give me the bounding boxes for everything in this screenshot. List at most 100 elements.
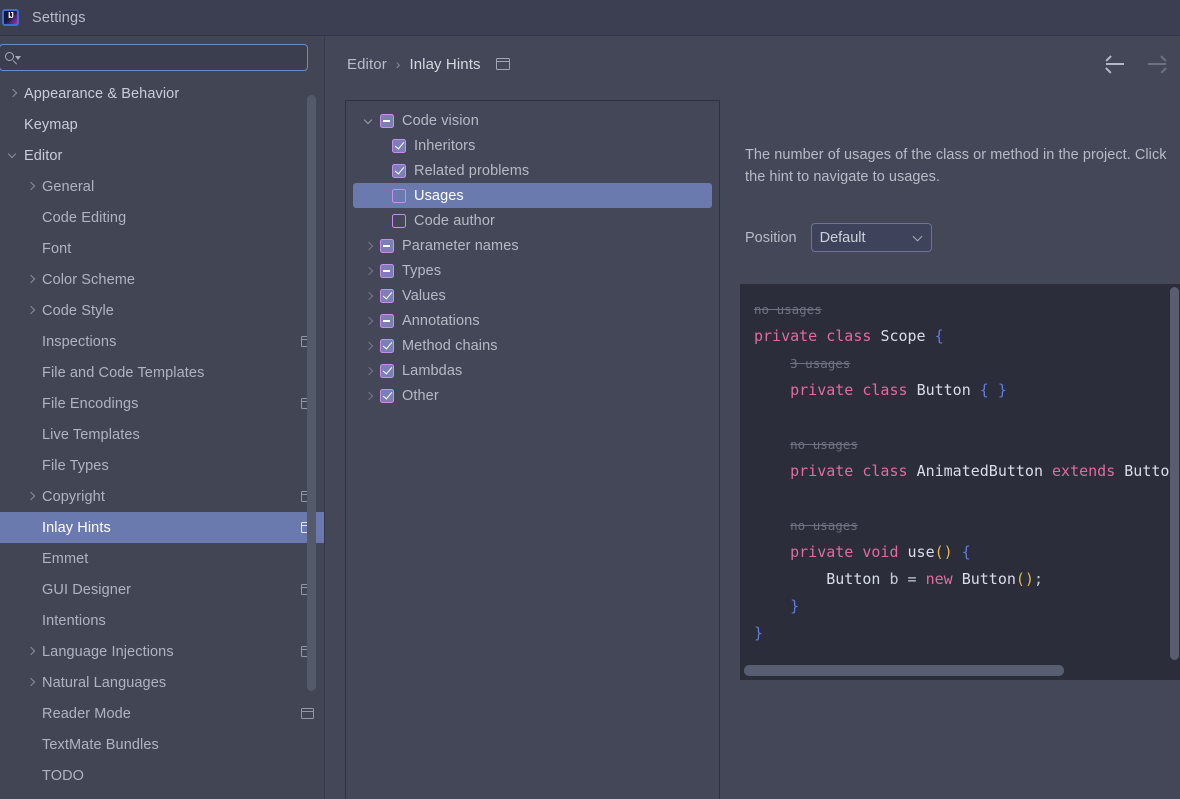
code-vision-usage-hint[interactable]: no usages [754,302,822,317]
chevron-down-icon[interactable] [365,116,375,126]
sidebar-item-code-editing[interactable]: Code Editing [0,202,324,233]
hints-tree-item-code-vision[interactable]: Code vision [353,108,712,133]
sidebar-item-intentions[interactable]: Intentions [0,605,324,636]
chevron-right-icon[interactable] [365,266,375,276]
breadcrumb: Editor › Inlay Hints [347,52,510,76]
checkbox-lambdas[interactable] [380,363,394,378]
sidebar-item-code-style[interactable]: Code Style [0,295,324,326]
sidebar-item-textmate-bundles[interactable]: TextMate Bundles [0,729,324,760]
hints-tree-item-values[interactable]: Values [353,283,712,308]
sidebar-item-inspections[interactable]: Inspections [0,326,324,357]
sidebar-item-file-types[interactable]: File Types [0,450,324,481]
chevron-right-icon[interactable] [365,241,375,251]
code-token: } [790,597,800,615]
checkbox-inheritors[interactable] [392,138,406,153]
checkbox-code-vision[interactable] [380,113,394,128]
sidebar-item-gui-designer[interactable]: GUI Designer [0,574,324,605]
hints-tree-item-label: Annotations [402,312,480,329]
checkbox-related-problems[interactable] [392,163,406,178]
code-line: private class Button { } [754,377,1178,404]
sidebar-item-emmet[interactable]: Emmet [0,543,324,574]
chevron-right-icon[interactable] [27,275,36,284]
sidebar-item-todo[interactable]: TODO [0,760,324,791]
hints-tree-item-method-chains[interactable]: Method chains [353,333,712,358]
settings-search-box[interactable] [0,44,308,71]
chevron-right-icon[interactable] [27,492,36,501]
hint-description: The number of usages of the class or met… [745,147,1167,185]
chevron-down-icon[interactable] [9,151,18,160]
sidebar-item-reader-mode[interactable]: Reader Mode [0,698,324,729]
breadcrumb-parent[interactable]: Editor [347,56,387,73]
sidebar-item-appearance-behavior[interactable]: Appearance & Behavior [0,78,324,109]
sidebar-item-general[interactable]: General [0,171,324,202]
chevron-right-icon[interactable] [27,182,36,191]
sidebar-item-file-and-code-templates[interactable]: File and Code Templates [0,357,324,388]
code-preview-horizontal-scrollbar-track[interactable] [742,665,1176,678]
hints-tree-item-inheritors[interactable]: Inheritors [353,133,712,158]
sidebar-scrollbar-thumb[interactable] [307,95,316,691]
chevron-right-icon[interactable] [365,391,375,401]
code-token: () [1015,570,1034,588]
sidebar-item-file-encodings[interactable]: File Encodings [0,388,324,419]
chevron-right-icon[interactable] [27,306,36,315]
checkbox-code-author[interactable] [392,213,406,228]
chevron-right-icon[interactable] [9,89,18,98]
sidebar-item-keymap[interactable]: Keymap [0,109,324,140]
settings-sidebar: Appearance & Behavior Keymap Editor General… [0,36,325,799]
code-vision-usage-hint[interactable]: no usages [790,437,858,452]
hints-tree-item-label: Code vision [402,112,479,129]
code-token: class [862,462,908,480]
chevron-right-icon[interactable] [27,678,36,687]
code-preview-horizontal-scrollbar-thumb[interactable] [744,665,1064,676]
code-preview-vertical-scrollbar[interactable] [1170,287,1179,660]
search-input[interactable] [22,50,307,65]
code-line: no usages [754,296,1178,323]
sidebar-item-natural-languages[interactable]: Natural Languages [0,667,324,698]
hints-tree-item-annotations[interactable]: Annotations [353,308,712,333]
sidebar-item-color-scheme[interactable]: Color Scheme [0,264,324,295]
checkbox-method-chains[interactable] [380,338,394,353]
sidebar-item-font[interactable]: Font [0,233,324,264]
chevron-right-icon[interactable] [365,341,375,351]
chevron-right-icon[interactable] [365,316,375,326]
sidebar-item-live-templates[interactable]: Live Templates [0,419,324,450]
sidebar-scrollbar-track[interactable] [307,36,320,799]
hints-tree-item-code-author[interactable]: Code author [353,208,712,233]
back-arrow-icon[interactable] [1104,53,1126,75]
sidebar-item-label: General [42,178,95,195]
checkbox-parameter-names[interactable] [380,238,394,253]
checkbox-types[interactable] [380,263,394,278]
position-dropdown[interactable]: Default [810,223,932,252]
hints-tree-item-lambdas[interactable]: Lambdas [353,358,712,383]
settings-category-tree: Appearance & Behavior Keymap Editor General… [0,78,324,791]
sidebar-item-label: Natural Languages [42,674,167,691]
sidebar-item-editor[interactable]: Editor [0,140,324,171]
checkbox-other[interactable] [380,388,394,403]
code-vision-usage-hint[interactable]: 3 usages [790,356,850,371]
code-vision-usage-hint[interactable]: no usages [790,518,858,533]
checkbox-values[interactable] [380,288,394,303]
forward-arrow-icon[interactable] [1146,53,1168,75]
chevron-right-icon[interactable] [365,366,375,376]
chevron-right-icon[interactable] [365,291,375,301]
code-token: Button [916,381,971,399]
code-line: private class Scope { [754,323,1178,350]
chevron-right-icon[interactable] [27,647,36,656]
hints-tree-item-types[interactable]: Types [353,258,712,283]
sidebar-item-inlay-hints[interactable]: Inlay Hints [0,512,324,543]
hints-tree-item-parameter-names[interactable]: Parameter names [353,233,712,258]
checkbox-usages[interactable] [392,188,406,203]
sidebar-item-language-injections[interactable]: Language Injections [0,636,324,667]
hints-tree-item-related-problems[interactable]: Related problems [353,158,712,183]
code-token: new [925,570,953,588]
sidebar-item-label: File Encodings [42,395,139,412]
code-token: Scope [880,327,926,345]
hints-tree-item-other[interactable]: Other [353,383,712,408]
hints-tree-item-usages[interactable]: Usages [353,183,712,208]
position-label: Position [745,229,797,246]
code-preview-panel[interactable]: no usages private class Scope { 3 usages … [740,284,1180,680]
checkbox-annotations[interactable] [380,313,394,328]
sidebar-item-copyright[interactable]: Copyright [0,481,324,512]
